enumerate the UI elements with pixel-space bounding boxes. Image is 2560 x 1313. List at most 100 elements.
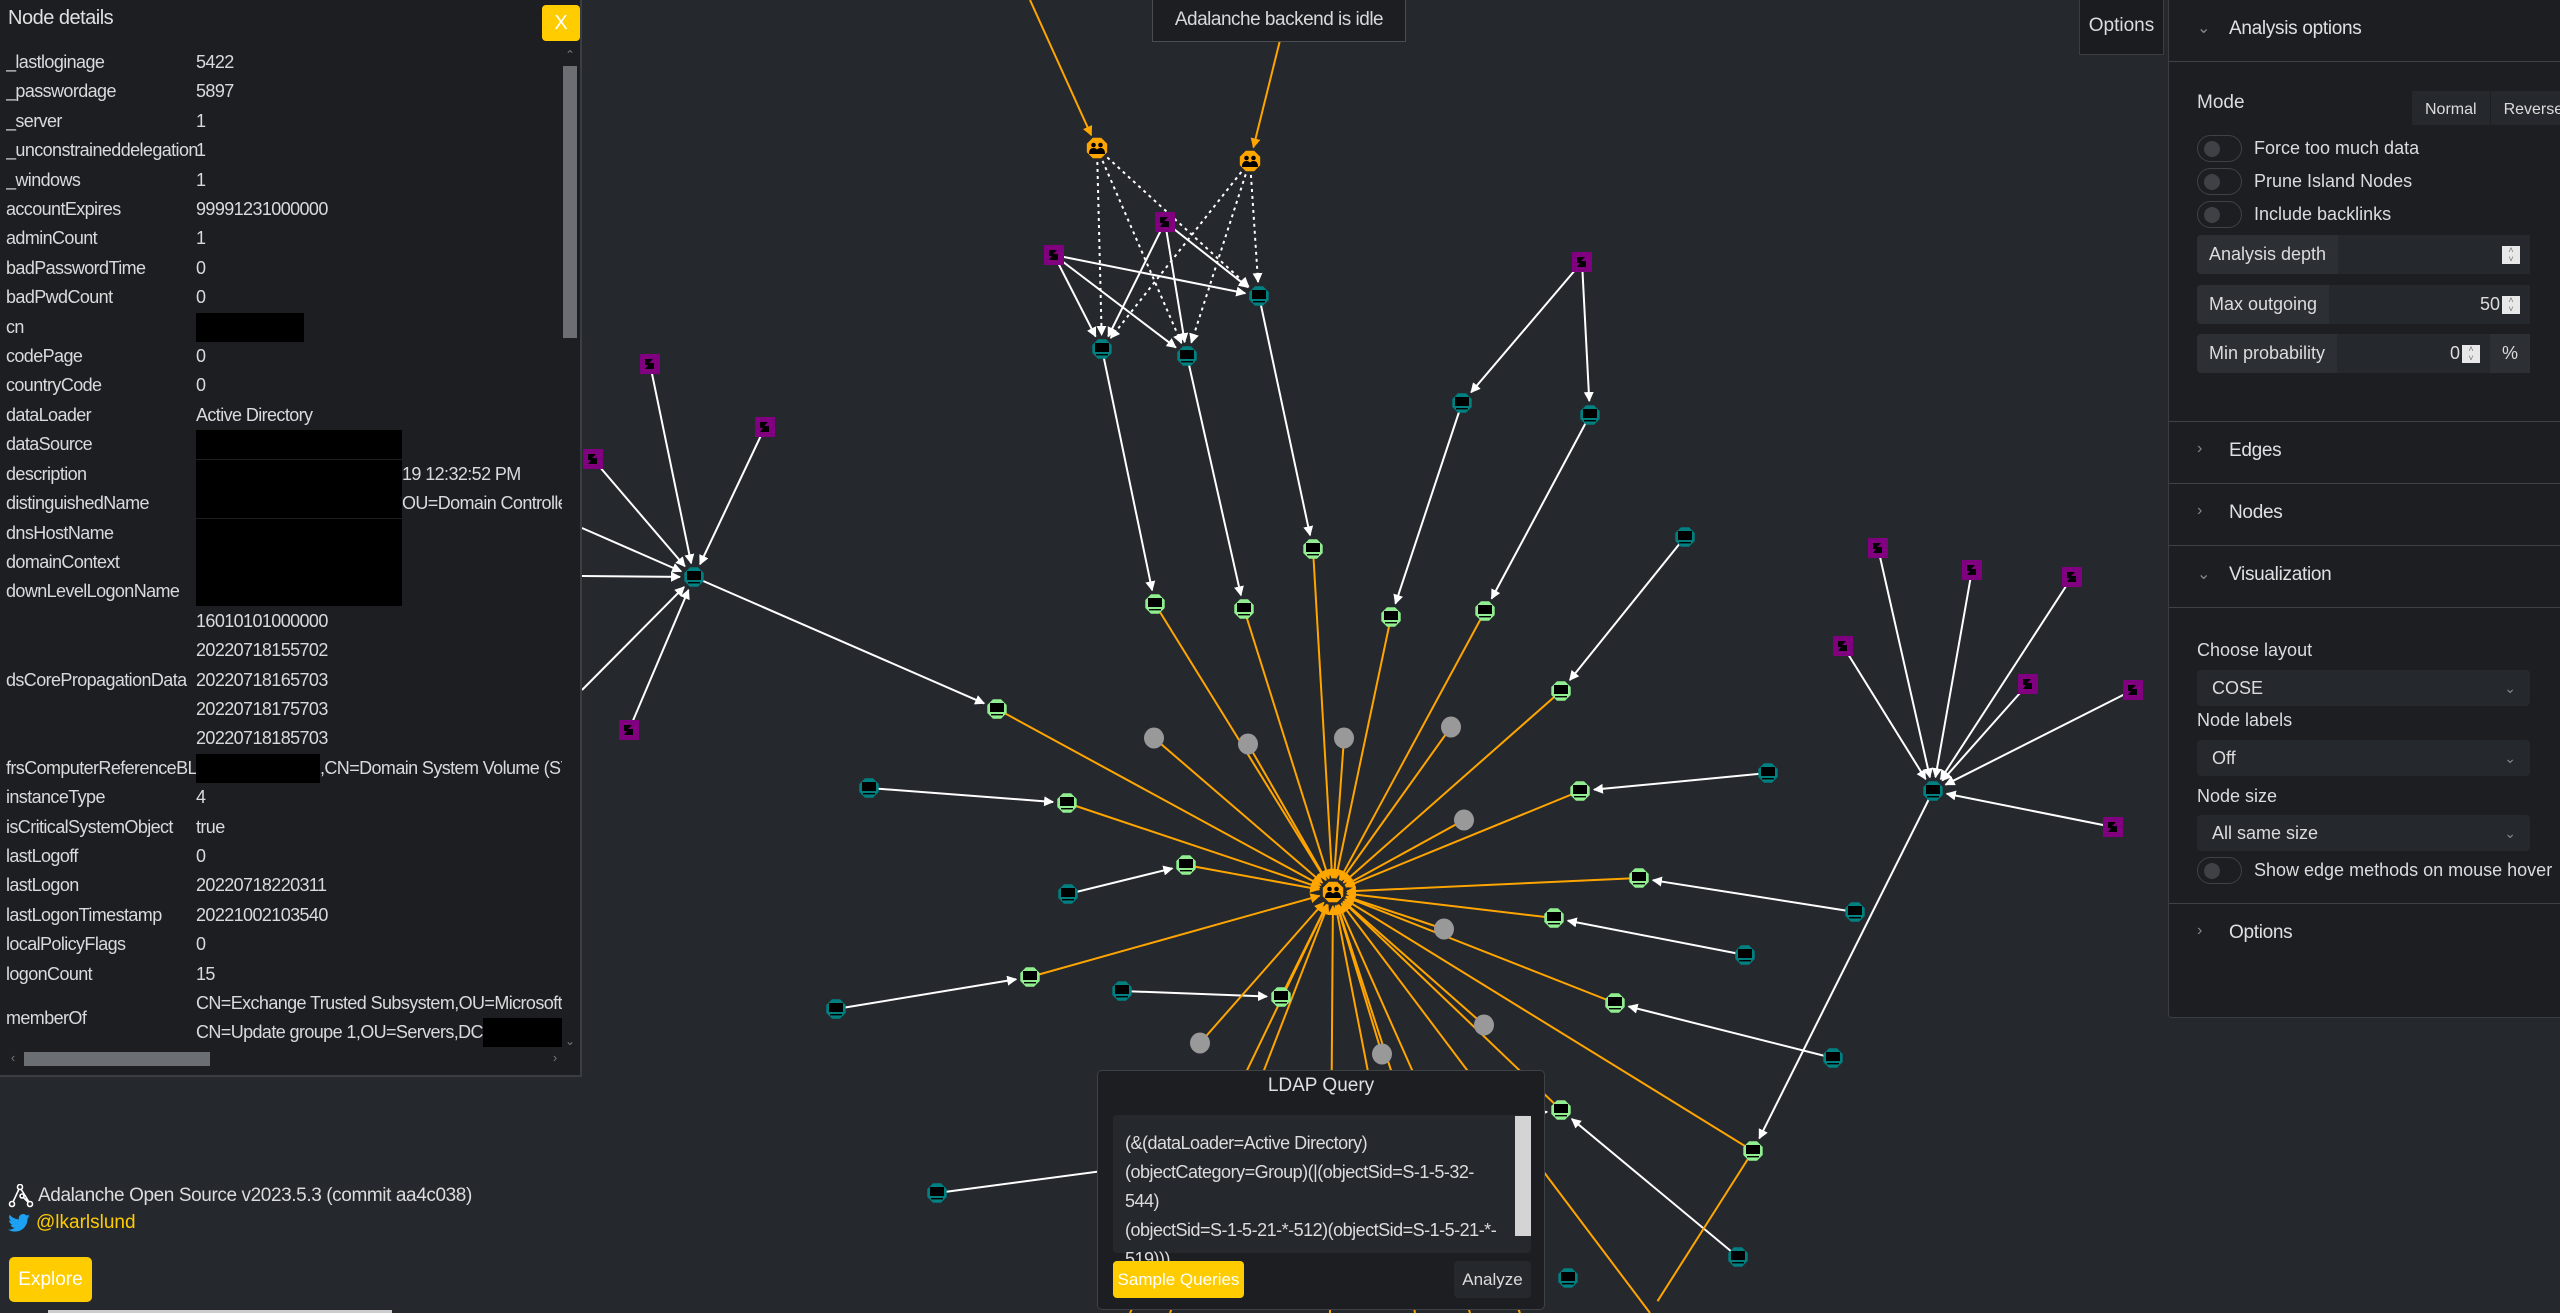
graph-edge[interactable]: [699, 426, 766, 566]
gpo-node[interactable]: [1572, 252, 1592, 272]
computer-node[interactable]: [1735, 945, 1755, 965]
computer-node[interactable]: [1558, 1268, 1578, 1288]
horizontal-scrollbar[interactable]: ‹ ›: [6, 1050, 562, 1068]
accordion-visualization[interactable]: ⌄ Visualization: [2169, 546, 2560, 608]
graph-edge-target[interactable]: [1329, 737, 1345, 880]
gpo-node[interactable]: [755, 417, 775, 437]
unknown-node[interactable]: [1454, 809, 1474, 831]
graph-edge[interactable]: [1067, 865, 1174, 895]
node-attributes-list[interactable]: _lastloginage 5422 _passwordage 5897 _server…: [6, 48, 562, 1050]
sample-queries-button[interactable]: Sample Queries: [1113, 1261, 1244, 1298]
computer-node[interactable]: [927, 1183, 947, 1203]
graph-edge[interactable]: [1945, 790, 2114, 828]
edge-hover-toggle[interactable]: [2197, 857, 2242, 884]
unknown-node[interactable]: [1474, 1014, 1494, 1036]
computer-node-target[interactable]: [1544, 908, 1564, 928]
scroll-left-icon[interactable]: ‹: [6, 1050, 20, 1068]
computer-node[interactable]: [684, 567, 704, 587]
gpo-node[interactable]: [2062, 567, 2082, 587]
graph-edge[interactable]: [1941, 683, 2029, 782]
computer-node-target[interactable]: [1475, 601, 1495, 621]
computer-node-target[interactable]: [1271, 987, 1291, 1007]
computer-node[interactable]: [1249, 286, 1269, 306]
spinner-icon[interactable]: ˄ ˅: [2502, 246, 2520, 264]
graph-edge[interactable]: [1470, 261, 1583, 394]
graph-edge-target[interactable]: [1345, 894, 1445, 930]
graph-edge[interactable]: [1164, 221, 1249, 289]
graph-edge-target[interactable]: [1345, 895, 1616, 1004]
computer-node[interactable]: [1452, 393, 1472, 413]
gpo-node[interactable]: [1868, 538, 1888, 558]
unknown-node[interactable]: [1441, 716, 1461, 738]
graph-edge[interactable]: [835, 975, 1018, 1010]
graph-edge[interactable]: [1566, 917, 1746, 956]
computer-node-target[interactable]: [1551, 681, 1571, 701]
computer-node[interactable]: [1728, 1247, 1748, 1267]
graph-edge[interactable]: [1164, 221, 1189, 344]
unknown-node[interactable]: [1238, 733, 1258, 755]
gpo-node[interactable]: [2123, 680, 2143, 700]
gpo-node[interactable]: [640, 354, 660, 374]
scrollbar-thumb[interactable]: [563, 66, 577, 338]
graph-edge[interactable]: [592, 458, 686, 568]
graph-edge-target[interactable]: [1185, 864, 1321, 893]
graph-edge-target[interactable]: [1312, 548, 1337, 880]
graph-edge-target[interactable]: [1247, 743, 1327, 881]
graph-edge[interactable]: [581, 571, 682, 582]
computer-node-target[interactable]: [1020, 967, 1040, 987]
graph-edge-target[interactable]: [1345, 889, 1555, 919]
computer-node[interactable]: [1177, 346, 1197, 366]
graph-edge[interactable]: [1581, 261, 1594, 403]
gpo-node[interactable]: [619, 720, 639, 740]
accordion-nodes[interactable]: › Nodes: [2169, 484, 2560, 546]
scrollbar-thumb[interactable]: [24, 1052, 210, 1066]
graph-edge[interactable]: [1189, 160, 1251, 344]
graph-edge[interactable]: [1186, 355, 1244, 597]
mode-normal-button[interactable]: Normal: [2412, 91, 2491, 125]
graph-edge[interactable]: [1842, 645, 1927, 780]
graph-edge[interactable]: [1651, 876, 1856, 913]
graph-edge[interactable]: [1053, 254, 1097, 338]
min-probability-input[interactable]: 0 ˄ ˅: [2337, 334, 2490, 373]
computer-node-target[interactable]: [1570, 781, 1590, 801]
computer-node[interactable]: [1092, 339, 1112, 359]
computer-node[interactable]: [826, 999, 846, 1019]
max-outgoing-input[interactable]: 50 ˄ ˅: [2329, 285, 2530, 324]
computer-node-target[interactable]: [1551, 1100, 1571, 1120]
node-size-select[interactable]: All same size ⌄: [2197, 815, 2530, 851]
unknown-node[interactable]: [1190, 1032, 1210, 1054]
analyze-button[interactable]: Analyze: [1454, 1261, 1531, 1298]
options-toggle-button[interactable]: Options: [2079, 0, 2164, 55]
mode-reverse-button[interactable]: Reverse: [2490, 91, 2560, 125]
computer-node[interactable]: [1112, 981, 1132, 1001]
include-backlinks-toggle[interactable]: [2197, 201, 2242, 228]
graph-edge[interactable]: [581, 527, 683, 573]
computer-node[interactable]: [1823, 1048, 1843, 1068]
computer-node[interactable]: [1675, 527, 1695, 547]
twitter-handle[interactable]: @lkarlslund: [36, 1212, 136, 1234]
graph-edge-target[interactable]: [1345, 790, 1581, 888]
graph-edge-target[interactable]: [1029, 893, 1321, 978]
unknown-node[interactable]: [1334, 727, 1354, 749]
computer-node-target[interactable]: [1605, 993, 1625, 1013]
twitter-link[interactable]: @lkarlslund: [8, 1212, 472, 1234]
computer-node-target[interactable]: [987, 699, 1007, 719]
computer-node[interactable]: [859, 778, 879, 798]
scroll-up-icon[interactable]: ⌃: [561, 48, 579, 64]
computer-node-target[interactable]: [1145, 594, 1165, 614]
group-node[interactable]: [1086, 137, 1108, 159]
scroll-right-icon[interactable]: ›: [548, 1050, 562, 1068]
force-data-toggle[interactable]: [2197, 135, 2242, 162]
spinner-icon[interactable]: ˄ ˅: [2462, 345, 2480, 363]
gpo-node[interactable]: [1044, 245, 1064, 265]
graph-edge[interactable]: [1249, 160, 1263, 284]
computer-node[interactable]: [1845, 902, 1865, 922]
prune-island-toggle[interactable]: [2197, 168, 2242, 195]
unknown-node[interactable]: [1434, 918, 1454, 940]
computer-node[interactable]: [1058, 884, 1078, 904]
graph-edge-target[interactable]: [1029, 0, 1093, 137]
computer-node-target[interactable]: [1176, 855, 1196, 875]
graph-edge-target[interactable]: [1345, 877, 1640, 896]
computer-node-target[interactable]: [1629, 868, 1649, 888]
gpo-node[interactable]: [1833, 636, 1853, 656]
